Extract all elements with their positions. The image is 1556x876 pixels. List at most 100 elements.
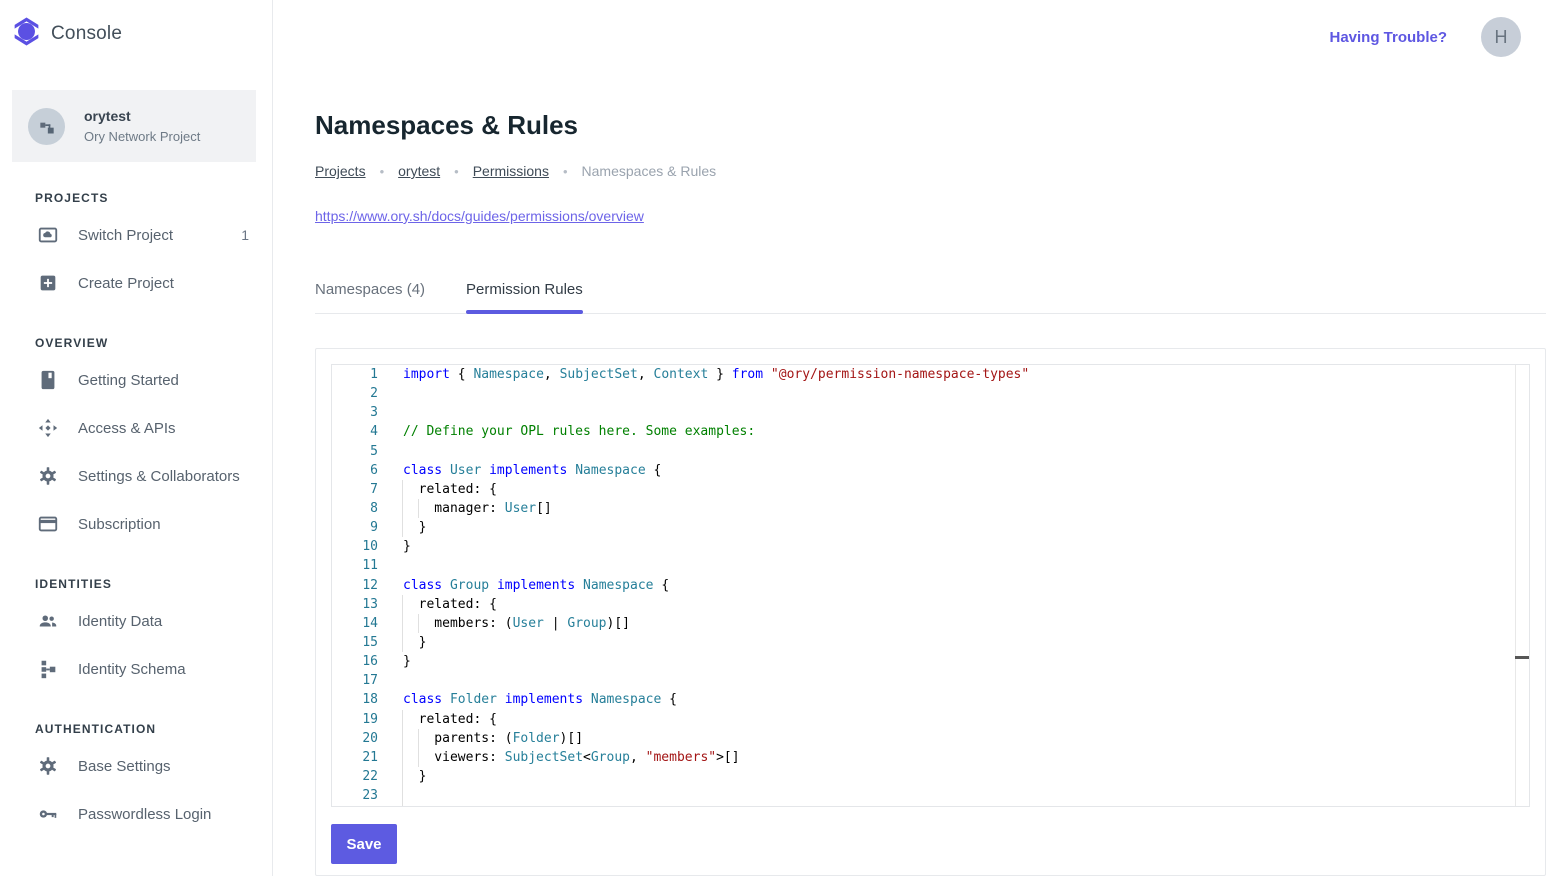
code-text [403, 384, 1529, 403]
code-text: related: { [403, 480, 1529, 499]
line-number: 2 [332, 384, 378, 403]
sidebar-item-create-project[interactable]: Create Project [0, 259, 272, 307]
line-number: 1 [332, 365, 378, 384]
code-text: class User implements Namespace { [403, 461, 1529, 480]
code-text: class Folder implements Namespace { [403, 690, 1529, 709]
people-icon [37, 610, 59, 632]
breadcrumb-orytest[interactable]: orytest [398, 163, 440, 179]
switch-project-count-badge: 1 [241, 227, 249, 243]
access-apis-icon [37, 417, 59, 439]
sidebar-item-access-apis[interactable]: Access & APIs [0, 404, 272, 452]
main-content: Namespaces & Rules Projects • orytest • … [273, 0, 1556, 876]
tab-namespaces[interactable]: Namespaces (4) [315, 273, 425, 313]
sidebar-item-getting-started[interactable]: Getting Started [0, 356, 272, 404]
indent-guide [402, 518, 403, 537]
code-line: 23 [332, 786, 1529, 805]
line-number: 10 [332, 537, 378, 556]
active-project-card[interactable]: orytest Ory Network Project [12, 90, 256, 162]
code-line: 11 [332, 556, 1529, 575]
sidebar-item-identity-schema[interactable]: Identity Schema [0, 645, 272, 693]
code-text [403, 786, 1529, 805]
schema-icon [37, 658, 59, 680]
page-title: Namespaces & Rules [315, 110, 1546, 141]
app-title: Console [51, 23, 122, 45]
code-line: 20 parents: (Folder)[] [332, 729, 1529, 748]
indent-guide [402, 748, 403, 767]
code-line: 1 import { Namespace, SubjectSet, Context… [332, 365, 1529, 384]
breadcrumb: Projects • orytest • Permissions • Names… [315, 163, 1546, 179]
breadcrumb-current: Namespaces & Rules [582, 163, 717, 179]
gear-icon [37, 755, 59, 777]
code-text: } [403, 767, 1529, 786]
code-text: } [403, 518, 1529, 537]
sidebar-item-switch-project[interactable]: Switch Project 1 [0, 211, 272, 259]
code-line: 4// Define your OPL rules here. Some exa… [332, 422, 1529, 441]
line-number: 9 [332, 518, 378, 537]
sidebar-item-label: Settings & Collaborators [78, 468, 249, 485]
indent-guide [402, 710, 403, 729]
tab-permission-rules[interactable]: Permission Rules [466, 273, 583, 313]
project-type: Ory Network Project [84, 129, 200, 144]
indent-guide [402, 729, 403, 748]
code-line: 17 [332, 671, 1529, 690]
code-line: 15 } [332, 633, 1529, 652]
code-text: import { Namespace, SubjectSet, Context … [403, 365, 1529, 384]
sidebar-item-label: Create Project [78, 275, 249, 292]
indent-guide [402, 595, 403, 614]
code-text: related: { [403, 595, 1529, 614]
breadcrumb-permissions[interactable]: Permissions [473, 163, 549, 179]
sidebar-item-passwordless-login[interactable]: Passwordless Login [0, 790, 272, 838]
code-line: 24 permits = { [332, 805, 1529, 807]
indent-guide [402, 633, 403, 652]
code-line: 7 related: { [332, 480, 1529, 499]
sidebar-item-base-settings[interactable]: Base Settings [0, 742, 272, 790]
code-text [403, 671, 1529, 690]
code-line: 10} [332, 537, 1529, 556]
line-number: 4 [332, 422, 378, 441]
breadcrumb-projects[interactable]: Projects [315, 163, 366, 179]
line-number: 21 [332, 748, 378, 767]
indent-guide [402, 499, 403, 518]
line-number: 8 [332, 499, 378, 518]
opl-code-editor[interactable]: 1 import { Namespace, SubjectSet, Context… [331, 364, 1530, 807]
indent-guide [418, 729, 419, 748]
code-text [403, 556, 1529, 575]
indent-guide [402, 480, 403, 499]
indent-guide [402, 786, 403, 805]
code-text: manager: User[] [403, 499, 1529, 518]
sidebar-item-label: Base Settings [78, 758, 249, 775]
ory-logo-icon [12, 15, 41, 53]
code-line: 2 [332, 384, 1529, 403]
editor-scrollbar[interactable] [1515, 365, 1529, 806]
line-number: 6 [332, 461, 378, 480]
sidebar-item-label: Switch Project [78, 227, 222, 244]
code-text: } [403, 633, 1529, 652]
code-line: 5 [332, 442, 1529, 461]
save-button[interactable]: Save [331, 824, 397, 864]
code-line: 19 related: { [332, 710, 1529, 729]
line-number: 23 [332, 786, 378, 805]
sidebar-item-label: Identity Data [78, 613, 249, 630]
indent-guide [402, 767, 403, 786]
line-number: 19 [332, 710, 378, 729]
tab-bar: Namespaces (4) Permission Rules [315, 273, 1546, 314]
code-text: } [403, 652, 1529, 671]
indent-guide [418, 748, 419, 767]
permission-rules-panel: 1 import { Namespace, SubjectSet, Context… [315, 348, 1546, 876]
sidebar-item-identity-data[interactable]: Identity Data [0, 597, 272, 645]
breadcrumb-separator-icon: • [454, 164, 459, 179]
sidebar-item-label: Subscription [78, 516, 249, 533]
sidebar-item-subscription[interactable]: Subscription [0, 500, 272, 548]
line-number: 16 [332, 652, 378, 671]
docs-link[interactable]: https://www.ory.sh/docs/guides/permissio… [315, 208, 644, 224]
sidebar-item-settings-collaborators[interactable]: Settings & Collaborators [0, 452, 272, 500]
code-text: } [403, 537, 1529, 556]
app-logo[interactable]: Console [0, 0, 272, 53]
indent-guide [418, 614, 419, 633]
code-text: related: { [403, 710, 1529, 729]
line-number: 5 [332, 442, 378, 461]
line-number: 7 [332, 480, 378, 499]
line-number: 15 [332, 633, 378, 652]
code-line: 3 [332, 403, 1529, 422]
line-number: 11 [332, 556, 378, 575]
